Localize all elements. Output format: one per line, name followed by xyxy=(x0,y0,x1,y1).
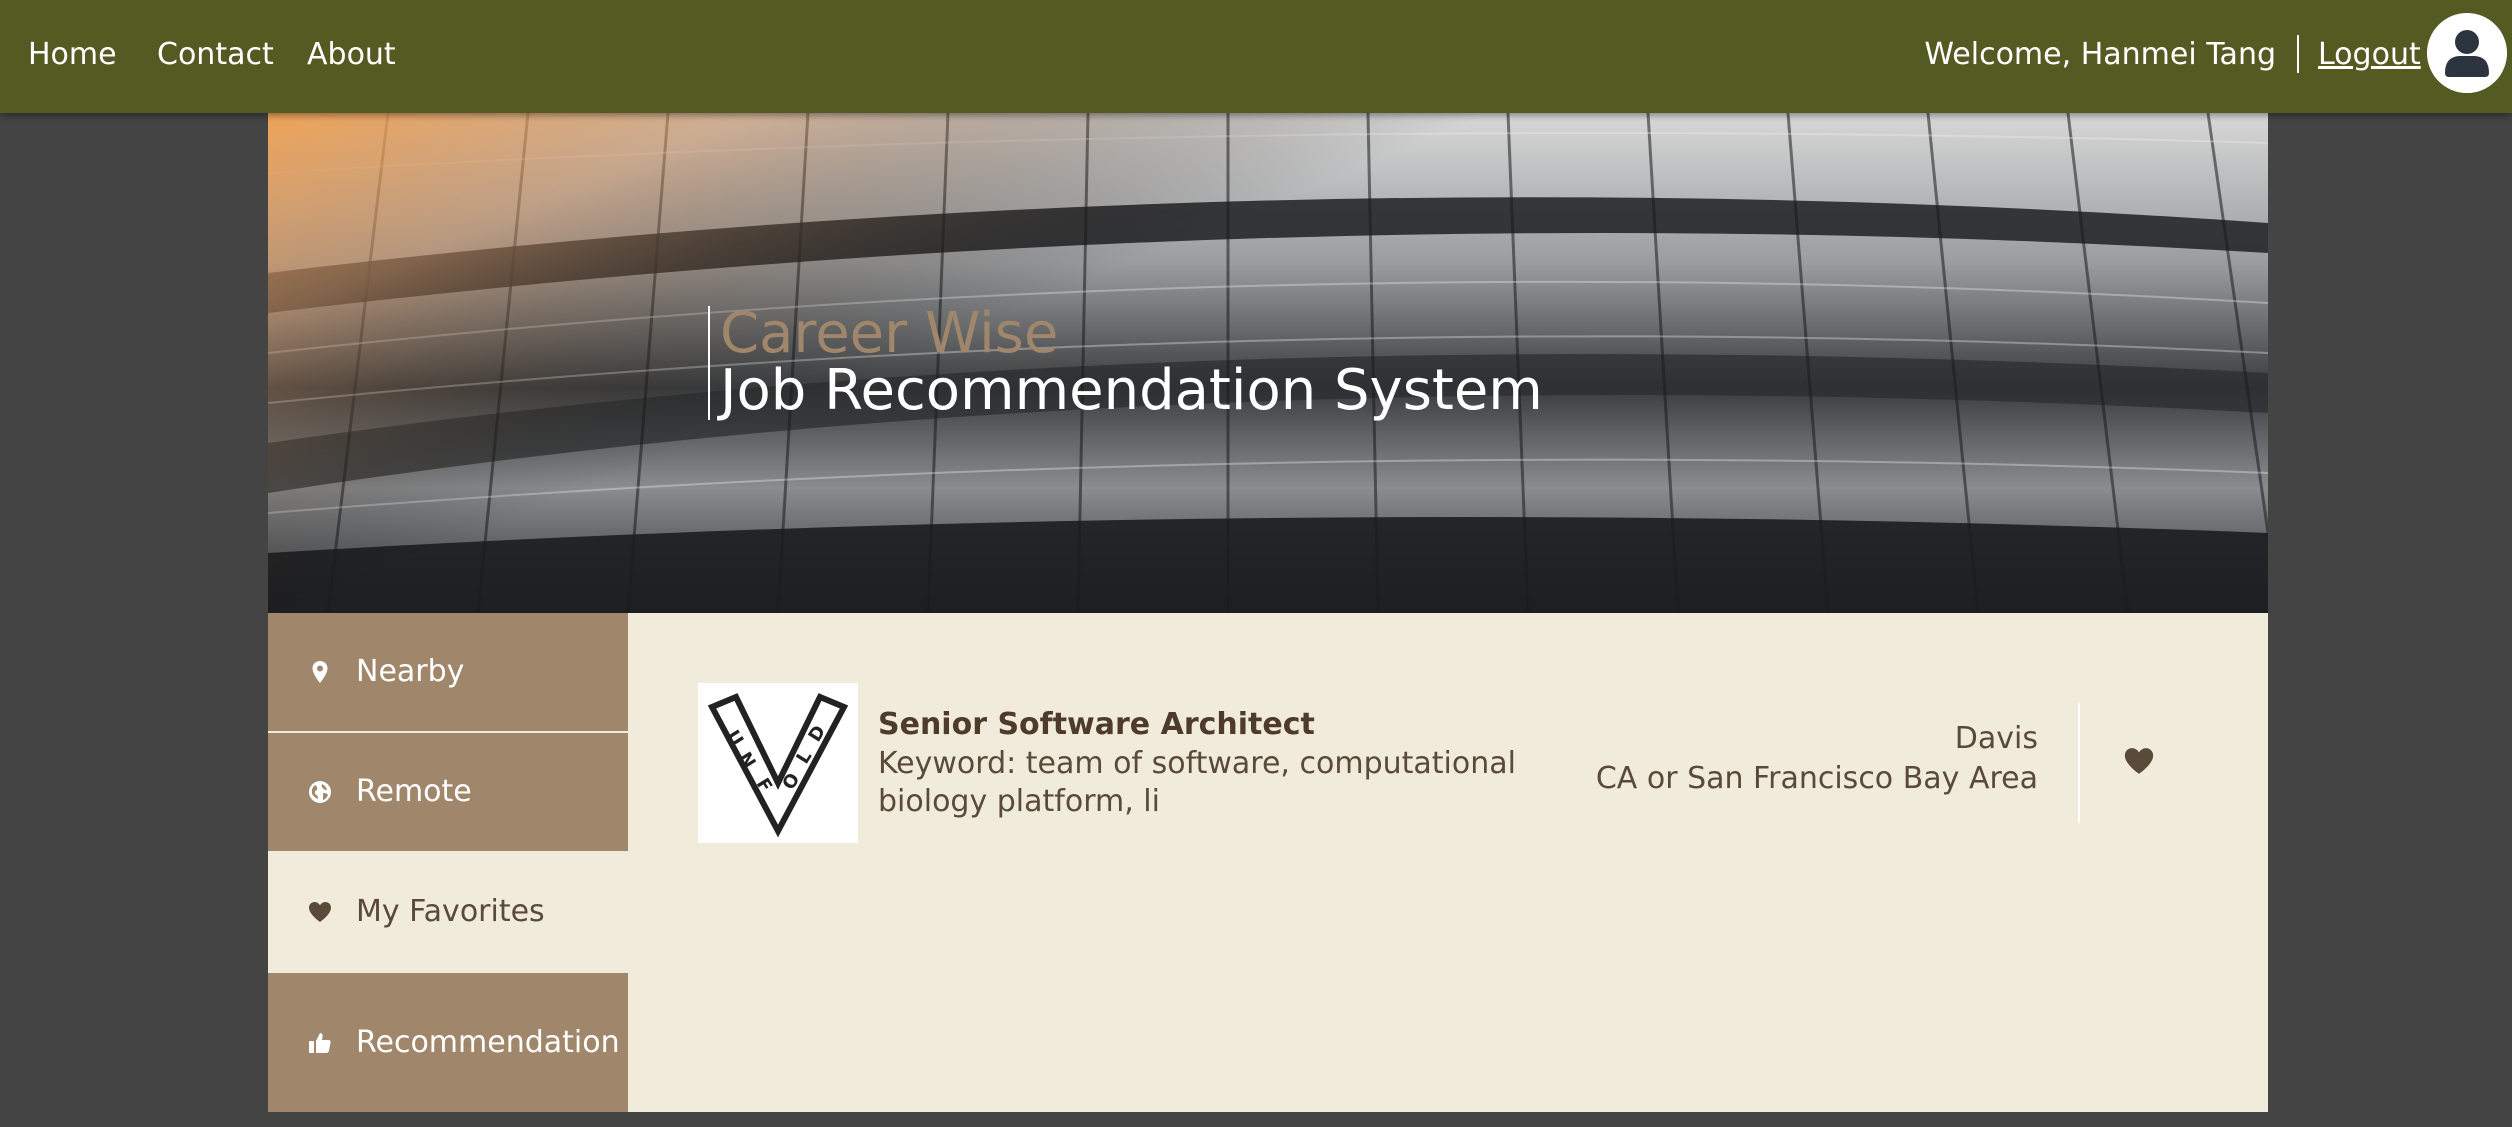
hero-title: Career Wise xyxy=(720,301,1059,366)
heart-icon xyxy=(2124,748,2154,774)
job-keywords: Keyword: team of software, computational… xyxy=(878,746,1516,819)
sidebar-item-label: Nearby xyxy=(356,654,465,689)
sidebar-item-remote[interactable]: Remote xyxy=(268,733,628,851)
job-info: Senior Software Architect Keyword: team … xyxy=(878,705,1558,821)
sidebar: Nearby Remote My Favorites Recommendatio… xyxy=(268,613,628,1112)
logout-link[interactable]: Logout xyxy=(2318,33,2421,77)
hero-subtitle: Job Recommendation System xyxy=(720,358,1543,423)
welcome-message: Welcome, Hanmei Tang xyxy=(1924,37,2276,72)
nav-divider xyxy=(2297,35,2299,73)
sidebar-item-label: Recommendation xyxy=(356,1024,620,1060)
company-logo[interactable]: U N F O L D xyxy=(698,683,858,843)
sidebar-item-label: My Favorites xyxy=(356,894,545,929)
heart-icon xyxy=(306,898,334,926)
top-navigation-bar: Home Contact About Welcome, Hanmei Tang … xyxy=(0,0,2512,113)
nav-home-link[interactable]: Home xyxy=(28,33,117,77)
map-pin-icon xyxy=(306,658,334,686)
job-location: Davis CA or San Francisco Bay Area xyxy=(1596,719,2038,799)
globe-icon xyxy=(306,778,334,806)
nav-about-link[interactable]: About xyxy=(307,33,396,77)
job-title[interactable]: Senior Software Architect xyxy=(878,705,1558,745)
sidebar-item-recommendation[interactable]: Recommendation xyxy=(268,973,628,1112)
hero-title-block: Career Wise Job Recommendation System xyxy=(708,306,1543,420)
user-avatar-icon[interactable] xyxy=(2427,13,2507,93)
favorite-toggle-button[interactable] xyxy=(2121,743,2157,779)
nav-contact-link[interactable]: Contact xyxy=(157,33,274,77)
sidebar-item-my-favorites[interactable]: My Favorites xyxy=(268,853,628,971)
job-card-divider xyxy=(2078,703,2080,823)
sidebar-item-nearby[interactable]: Nearby xyxy=(268,613,628,731)
hero-banner: Career Wise Job Recommendation System xyxy=(268,113,2268,613)
sidebar-item-label: Remote xyxy=(356,774,472,809)
thumbs-up-icon xyxy=(306,1029,334,1057)
job-location-region: CA or San Francisco Bay Area xyxy=(1595,761,2038,796)
job-location-city: Davis xyxy=(1954,721,2038,756)
main-panel: Nearby Remote My Favorites Recommendatio… xyxy=(268,613,2268,1112)
